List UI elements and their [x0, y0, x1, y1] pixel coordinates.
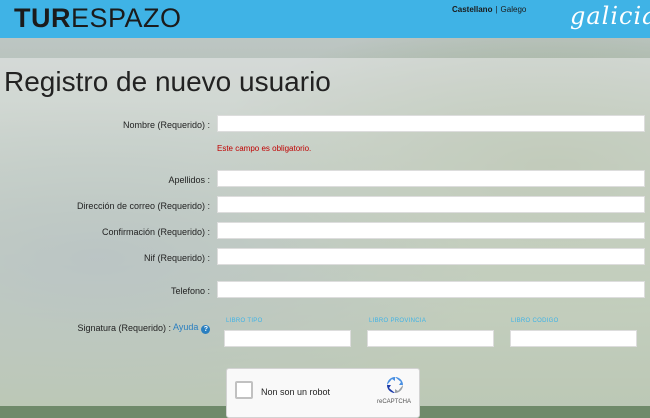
nombre-error: Este campo es obligatorio. [217, 144, 312, 153]
apellidos-input[interactable] [217, 170, 645, 187]
libro-provincia-input[interactable] [367, 330, 494, 347]
lang-castellano[interactable]: Castellano [452, 5, 492, 14]
lang-separator: | [495, 5, 498, 14]
turespazo-logo[interactable]: TURESPAZO [14, 3, 182, 34]
signatura-label: Signatura (Requerido) : [77, 323, 171, 333]
galicia-logo[interactable]: galicia [570, 2, 650, 30]
recaptcha-checkbox[interactable] [235, 381, 253, 399]
nombre-label: Nombre (Requerido) : [122, 120, 210, 130]
brand-rest: ESPAZO [71, 3, 182, 33]
recaptcha-widget: Non son un robot reCAPTCHA [226, 368, 420, 418]
brand-bold: TUR [14, 3, 71, 33]
nombre-input[interactable] [217, 115, 645, 132]
page-title: Registro de nuevo usuario [4, 66, 331, 97]
question-icon: ? [201, 325, 211, 334]
telefono-input[interactable] [217, 281, 645, 298]
libro-tipo-input[interactable] [224, 330, 351, 347]
top-header: TURESPAZO Castellano | Galego galicia [0, 0, 650, 38]
confirmacion-label: Confirmación (Requerido) : [101, 227, 210, 237]
recaptcha-icon [387, 377, 403, 393]
signatura-help-link[interactable]: Ayuda? [173, 322, 211, 334]
language-switcher: Castellano | Galego [452, 5, 526, 14]
recaptcha-label: Non son un robot [261, 387, 331, 397]
libro-provincia-label: LIBRO PROVINCIA [369, 318, 427, 324]
confirmacion-input[interactable] [217, 222, 645, 239]
recaptcha-brand: reCAPTCHA [377, 399, 412, 405]
libro-codigo-label: LIBRO CODIGO [511, 318, 559, 324]
telefono-label: Telefono : [170, 286, 210, 296]
correo-input[interactable] [217, 196, 645, 213]
help-link-text: Ayuda [173, 322, 199, 332]
nif-input[interactable] [217, 248, 645, 265]
libro-codigo-input[interactable] [510, 330, 637, 347]
libro-tipo-label: LIBRO TIPO [226, 318, 263, 324]
apellidos-label: Apellidos : [168, 175, 210, 185]
correo-label: Dirección de correo (Requerido) : [76, 201, 210, 211]
lang-galego[interactable]: Galego [501, 5, 527, 14]
nif-label: Nif (Requerido) : [143, 253, 210, 263]
